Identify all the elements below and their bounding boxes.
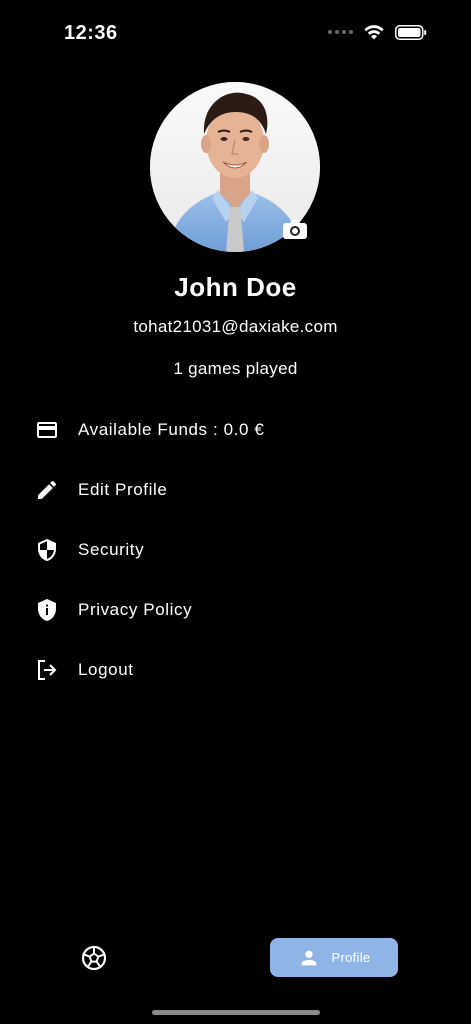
menu-item-available-funds[interactable]: Available Funds : 0.0 € xyxy=(0,400,471,460)
pencil-icon xyxy=(35,478,59,502)
menu-item-label: Logout xyxy=(78,660,134,679)
avatar-container[interactable] xyxy=(150,82,320,252)
menu-item-logout[interactable]: Logout xyxy=(0,640,471,700)
wifi-icon xyxy=(364,25,384,40)
menu-item-label: Privacy Policy xyxy=(78,600,193,619)
nav-item-profile[interactable]: Profile xyxy=(270,938,398,977)
bottom-nav: Profile xyxy=(0,930,471,986)
menu-item-edit-profile[interactable]: Edit Profile xyxy=(0,460,471,520)
logout-icon xyxy=(35,658,59,682)
shield-info-icon xyxy=(35,598,59,622)
soccer-ball-icon xyxy=(81,945,107,971)
battery-icon xyxy=(395,24,427,40)
status-time: 12:36 xyxy=(64,22,118,44)
menu-item-security[interactable]: Security xyxy=(0,520,471,580)
nav-item-games[interactable] xyxy=(80,944,108,972)
user-email: tohat21031@daxiake.com xyxy=(133,317,338,336)
camera-icon[interactable] xyxy=(282,218,308,240)
menu-item-label: Available Funds : 0.0 € xyxy=(78,420,265,439)
games-played: 1 games played xyxy=(173,359,298,378)
shield-icon xyxy=(35,538,59,562)
status-bar: 12:36 xyxy=(0,0,471,70)
person-icon xyxy=(301,950,316,965)
signal-dots-icon xyxy=(328,30,353,34)
user-name: John Doe xyxy=(174,272,297,302)
nav-label-profile: Profile xyxy=(331,950,371,965)
credit-card-icon xyxy=(35,418,59,442)
status-icons xyxy=(328,24,427,40)
home-indicator[interactable] xyxy=(152,1010,320,1015)
menu-item-label: Security xyxy=(78,540,145,559)
menu-item-privacy-policy[interactable]: Privacy Policy xyxy=(0,580,471,640)
menu-item-label: Edit Profile xyxy=(78,480,168,499)
